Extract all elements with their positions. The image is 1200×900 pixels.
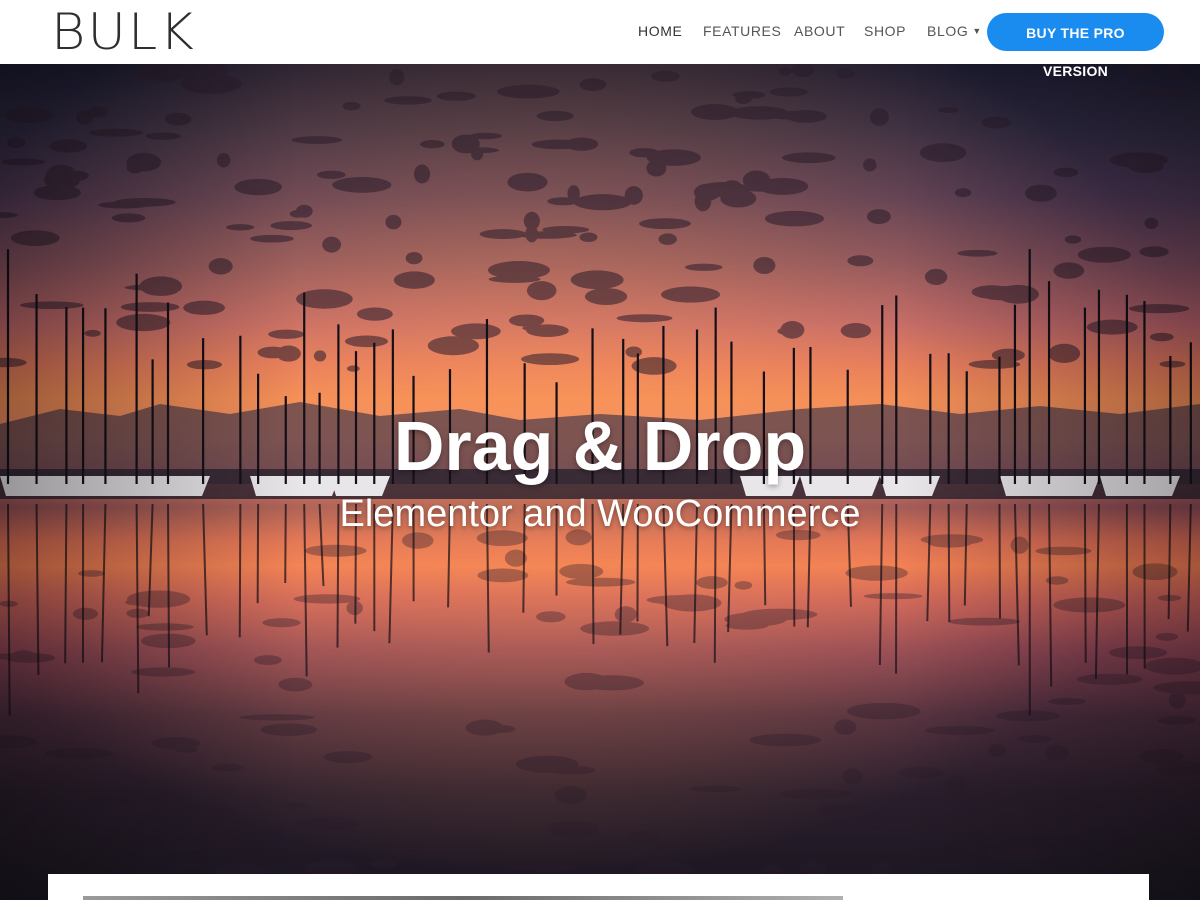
hero-title: Drag & Drop xyxy=(393,407,807,485)
buy-pro-button[interactable]: BUY THE PRO VERSION xyxy=(987,13,1164,79)
site-header: BULK HOME FEATURES ABOUT SHOP BLOG ▼ BUY … xyxy=(0,0,1200,79)
nav-item-home[interactable]: HOME xyxy=(638,22,682,40)
nav-item-about[interactable]: ABOUT xyxy=(794,22,845,40)
card-image-edge xyxy=(83,896,843,900)
nav-item-blog[interactable]: BLOG ▼ xyxy=(927,22,982,40)
nav-item-blog-label: BLOG xyxy=(927,23,969,39)
main-navigation: HOME FEATURES ABOUT SHOP BLOG ▼ BUY THE P… xyxy=(0,0,1200,79)
nav-item-features[interactable]: FEATURES xyxy=(703,22,781,40)
content-card xyxy=(48,874,1149,900)
caret-down-icon: ▼ xyxy=(972,26,982,36)
hero-section: Drag & Drop Elementor and WooCommerce xyxy=(0,64,1200,900)
nav-item-shop[interactable]: SHOP xyxy=(864,22,906,40)
hero-subtitle: Elementor and WooCommerce xyxy=(339,493,861,535)
